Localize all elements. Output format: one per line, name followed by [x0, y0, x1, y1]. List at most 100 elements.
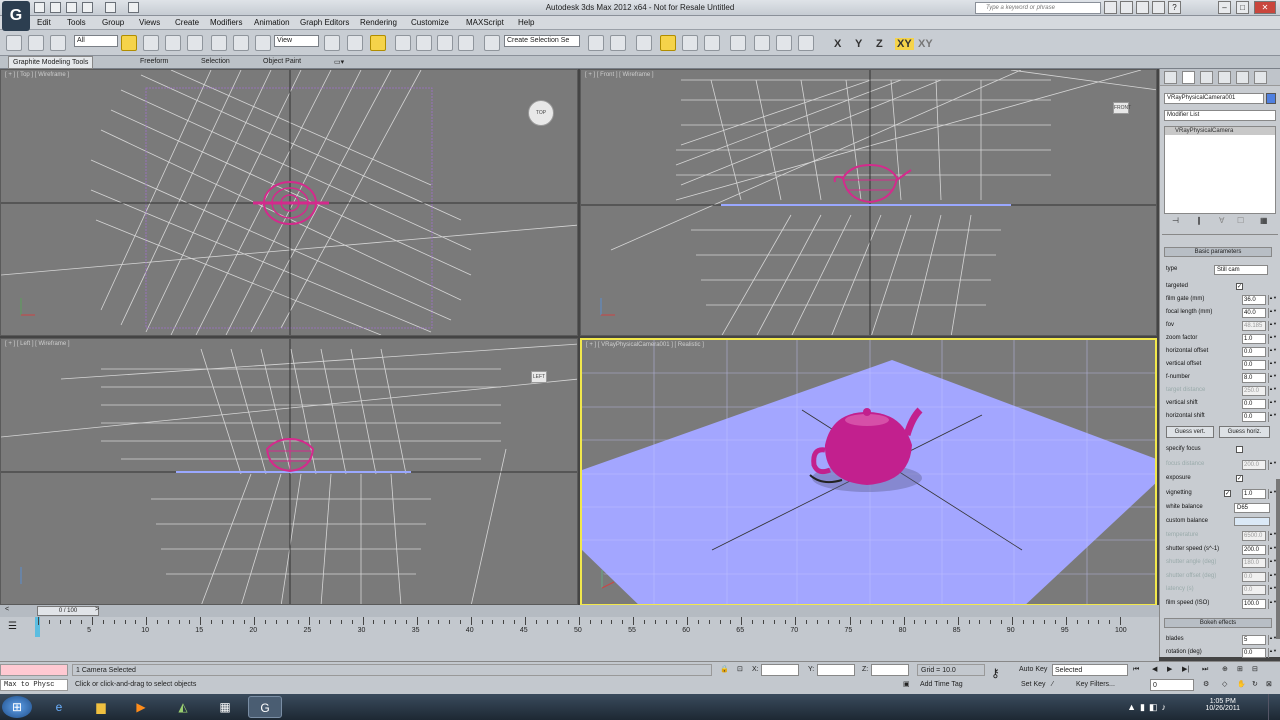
- custom-balance-swatch[interactable]: [1234, 517, 1270, 526]
- track-bar[interactable]: ☰ 5 10 15 20 25 30 35 40 45 50 55 60 65 70 75 80 85 90 95 1…: [0, 617, 1159, 661]
- media-player-icon[interactable]: ▶: [124, 696, 158, 718]
- maxscript-mini-listener[interactable]: [0, 664, 68, 676]
- start-button-icon[interactable]: ⊞: [2, 696, 32, 718]
- window-crossing-icon[interactable]: [187, 35, 203, 51]
- keyboard-shortcut-toggle-icon[interactable]: [370, 35, 386, 51]
- add-time-tag-button[interactable]: Add Time Tag: [920, 679, 963, 691]
- zoom-all-icon[interactable]: ⊞: [1237, 664, 1243, 676]
- utilities-tab-icon[interactable]: [1254, 71, 1267, 84]
- menu-edit[interactable]: Edit: [37, 18, 51, 27]
- link-icon[interactable]: [28, 35, 44, 51]
- param-value-input[interactable]: 5: [1242, 635, 1266, 645]
- type-dropdown[interactable]: Still cam: [1214, 265, 1268, 275]
- selection-filter-dropdown[interactable]: All: [74, 35, 118, 47]
- spinner-icon[interactable]: ▲▼: [1268, 571, 1277, 582]
- go-to-start-icon[interactable]: ⏮: [1133, 664, 1139, 676]
- orbit-icon[interactable]: ↻: [1252, 679, 1258, 691]
- file-explorer-icon[interactable]: ▆: [84, 696, 118, 718]
- param-value-input[interactable]: 100.0: [1242, 598, 1266, 609]
- pin-stack-icon[interactable]: ⊣: [1172, 216, 1179, 225]
- transform-mode-icon[interactable]: ⊡: [737, 664, 743, 676]
- ribbon-options-icon[interactable]: ▭▾: [334, 58, 344, 66]
- panel-scrollbar[interactable]: [1276, 479, 1280, 639]
- show-desktop-button[interactable]: [1268, 694, 1280, 720]
- key-filters-button[interactable]: Key Filters...: [1076, 679, 1115, 691]
- set-key-button[interactable]: Set Key: [1021, 679, 1046, 691]
- select-manipulate-icon[interactable]: [347, 35, 363, 51]
- bokeh-effects-rollout[interactable]: Bokeh effects: [1164, 618, 1272, 628]
- maxscript-input[interactable]: Max to Physc: [0, 679, 68, 691]
- help-icon[interactable]: ?: [1168, 1, 1181, 14]
- current-frame-input[interactable]: 0: [1150, 679, 1194, 691]
- viewport-left[interactable]: [ + ] [ Left ] [ Wireframe ] LEFT: [0, 338, 578, 605]
- edit-named-selection-icon[interactable]: [484, 35, 500, 51]
- spinner-icon[interactable]: ▲▼: [1268, 373, 1277, 383]
- guess-horiz-button[interactable]: Guess horiz.: [1219, 426, 1270, 438]
- display-tab-icon[interactable]: [1236, 71, 1249, 84]
- move-icon[interactable]: [211, 35, 227, 51]
- lock-selection-icon[interactable]: 🔒: [720, 664, 729, 676]
- spinner-icon[interactable]: ▲▼: [1268, 334, 1277, 344]
- menu-rendering[interactable]: Rendering: [360, 18, 397, 27]
- zoom-icon[interactable]: ⊕: [1222, 664, 1228, 676]
- time-config-icon[interactable]: ⚙: [1203, 679, 1209, 691]
- minimize-button[interactable]: –: [1218, 1, 1231, 14]
- spinner-icon[interactable]: ▲▼: [1268, 635, 1277, 645]
- tab-selection[interactable]: Selection: [201, 58, 230, 65]
- remove-modifier-icon[interactable]: ☐: [1237, 216, 1244, 225]
- select-object-icon[interactable]: [121, 35, 137, 51]
- param-value-input[interactable]: 40.0: [1242, 308, 1266, 318]
- help-search-input[interactable]: Type a keyword or phrase: [975, 2, 1101, 14]
- spinner-icon[interactable]: ▲▼: [1268, 386, 1277, 396]
- key-icon[interactable]: ⚷: [991, 667, 1000, 680]
- param-value-input[interactable]: 200.0: [1242, 544, 1266, 555]
- spinner-icon[interactable]: ▲▼: [1268, 585, 1277, 595]
- menu-create[interactable]: Create: [175, 18, 199, 27]
- rectangle-selection-icon[interactable]: [165, 35, 181, 51]
- viewport-label[interactable]: [ + ] [ Front ] [ Wireframe ]: [585, 72, 654, 78]
- menu-customize[interactable]: Customize: [411, 18, 449, 27]
- app-logo-icon[interactable]: G: [2, 1, 30, 31]
- slider-prev-icon[interactable]: <: [5, 606, 9, 613]
- auto-key-button[interactable]: Auto Key: [1019, 664, 1047, 676]
- spinner-icon[interactable]: ▲▼: [1268, 321, 1277, 331]
- named-selection-dropdown[interactable]: Create Selection Se: [504, 35, 580, 47]
- subscription-icon[interactable]: [1120, 1, 1133, 14]
- viewcube-icon[interactable]: LEFT: [531, 371, 547, 383]
- spinner-icon[interactable]: ▲▼: [1268, 558, 1277, 568]
- param-value-input[interactable]: 0.0: [1242, 360, 1266, 370]
- param-checkbox[interactable]: ✓: [1236, 475, 1243, 482]
- pan-icon[interactable]: ✋: [1237, 679, 1246, 691]
- show-end-result-icon[interactable]: ∥: [1197, 216, 1201, 225]
- graphite-toggle-icon[interactable]: [660, 35, 676, 51]
- viewport-label[interactable]: [ + ] [ Top ] [ Wireframe ]: [5, 72, 69, 78]
- 3ds-max-taskbar-icon[interactable]: G: [248, 696, 282, 718]
- unlink-icon[interactable]: [50, 35, 66, 51]
- viewport-label[interactable]: [ + ] [ VRayPhysicalCamera001 ] [ Realis…: [586, 342, 704, 348]
- system-clock[interactable]: 1:05 PM 10/26/2011: [1205, 698, 1240, 712]
- schematic-view-icon[interactable]: [704, 35, 720, 51]
- spinner-snap-icon[interactable]: [458, 35, 474, 51]
- object-name-field[interactable]: VRayPhysicalCamera001: [1164, 93, 1264, 104]
- spinner-icon[interactable]: ▲▼: [1268, 360, 1277, 370]
- param-value-input[interactable]: 250.0: [1242, 386, 1266, 396]
- param-checkbox[interactable]: ✓: [1224, 489, 1231, 497]
- system-tray-icons[interactable]: ▲▮◧♪: [1127, 702, 1170, 713]
- stack-item[interactable]: VRayPhysicalCamera: [1165, 127, 1275, 135]
- axis-xy-cycle-button[interactable]: XY: [918, 38, 933, 50]
- percent-snap-icon[interactable]: [437, 35, 453, 51]
- time-slider[interactable]: 0 / 100 < >: [0, 605, 1159, 617]
- reference-coordinate-dropdown[interactable]: View: [274, 35, 319, 47]
- param-value-input[interactable]: 6500.0: [1242, 531, 1266, 541]
- create-tab-icon[interactable]: [1164, 71, 1177, 84]
- slider-next-icon[interactable]: >: [95, 606, 99, 613]
- spinner-icon[interactable]: ▲▼: [1268, 308, 1277, 318]
- time-tag-icon[interactable]: ▣: [903, 679, 910, 691]
- param-value-input[interactable]: 0.0: [1242, 347, 1266, 357]
- mirror-icon[interactable]: [588, 35, 604, 51]
- spinner-icon[interactable]: ▲▼: [1268, 399, 1277, 409]
- make-unique-icon[interactable]: ∀: [1219, 216, 1224, 225]
- object-color-swatch[interactable]: [1266, 93, 1276, 104]
- param-value-input[interactable]: 1.0: [1242, 334, 1266, 344]
- spinner-icon[interactable]: ▲▼: [1268, 347, 1277, 357]
